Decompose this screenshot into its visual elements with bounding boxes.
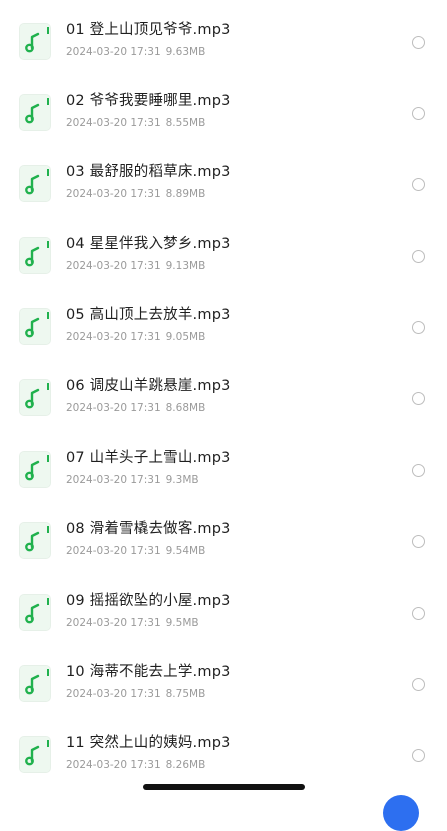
file-meta: 2024-03-20 17:31 9.63MB bbox=[66, 45, 386, 59]
file-date: 2024-03-20 17:31 bbox=[66, 402, 161, 414]
file-size: 8.55MB bbox=[165, 117, 206, 129]
file-row[interactable]: 02 爷爷我要睡哪里.mp3 2024-03-20 17:31 8.55MB bbox=[0, 92, 447, 163]
file-name: 09 摇摇欲坠的小屋.mp3 bbox=[66, 593, 231, 609]
floating-action-button[interactable] bbox=[383, 795, 419, 831]
file-size: 8.26MB bbox=[165, 759, 206, 771]
file-row[interactable]: 10 海蒂不能去上学.mp3 2024-03-20 17:31 8.75MB bbox=[0, 663, 447, 734]
file-name: 06 调皮山羊跳悬崖.mp3 bbox=[66, 378, 231, 394]
file-size: 9.13MB bbox=[165, 260, 206, 272]
music-file-icon bbox=[19, 379, 51, 416]
file-date: 2024-03-20 17:31 bbox=[66, 688, 161, 700]
file-row[interactable]: 03 最舒服的稻草床.mp3 2024-03-20 17:31 8.89MB bbox=[0, 163, 447, 234]
music-file-icon bbox=[19, 165, 51, 202]
music-file-icon bbox=[19, 451, 51, 488]
music-file-icon bbox=[19, 23, 51, 60]
file-size: 8.89MB bbox=[165, 188, 206, 200]
file-meta: 2024-03-20 17:31 9.05MB bbox=[66, 330, 386, 344]
file-row[interactable]: 05 高山顶上去放羊.mp3 2024-03-20 17:31 9.05MB bbox=[0, 306, 447, 377]
file-row[interactable]: 11 突然上山的姨妈.mp3 2024-03-20 17:31 8.26MB bbox=[0, 734, 447, 805]
select-radio[interactable] bbox=[412, 678, 425, 691]
file-date: 2024-03-20 17:31 bbox=[66, 46, 161, 58]
file-meta: 2024-03-20 17:31 9.13MB bbox=[66, 259, 386, 273]
file-date: 2024-03-20 17:31 bbox=[66, 545, 161, 557]
select-radio[interactable] bbox=[412, 535, 425, 548]
file-meta: 2024-03-20 17:31 9.54MB bbox=[66, 544, 386, 558]
home-indicator[interactable] bbox=[143, 784, 305, 790]
file-size: 9.5MB bbox=[165, 617, 199, 629]
file-row[interactable]: 08 滑着雪橇去做客.mp3 2024-03-20 17:31 9.54MB bbox=[0, 520, 447, 591]
file-date: 2024-03-20 17:31 bbox=[66, 260, 161, 272]
file-size: 9.54MB bbox=[165, 545, 206, 557]
music-file-icon bbox=[19, 522, 51, 559]
select-radio[interactable] bbox=[412, 607, 425, 620]
file-row[interactable]: 01 登上山顶见爷爷.mp3 2024-03-20 17:31 9.63MB bbox=[0, 21, 447, 92]
music-file-icon bbox=[19, 736, 51, 773]
file-name: 03 最舒服的稻草床.mp3 bbox=[66, 164, 231, 180]
file-date: 2024-03-20 17:31 bbox=[66, 759, 161, 771]
select-radio[interactable] bbox=[412, 250, 425, 263]
file-size: 9.3MB bbox=[165, 474, 199, 486]
file-date: 2024-03-20 17:31 bbox=[66, 117, 161, 129]
file-date: 2024-03-20 17:31 bbox=[66, 331, 161, 343]
file-row[interactable]: 09 摇摇欲坠的小屋.mp3 2024-03-20 17:31 9.5MB bbox=[0, 592, 447, 663]
select-radio[interactable] bbox=[412, 464, 425, 477]
select-radio[interactable] bbox=[412, 36, 425, 49]
select-radio[interactable] bbox=[412, 392, 425, 405]
select-radio[interactable] bbox=[412, 107, 425, 120]
select-radio[interactable] bbox=[412, 178, 425, 191]
file-name: 04 星星伴我入梦乡.mp3 bbox=[66, 236, 231, 252]
file-size: 8.68MB bbox=[165, 402, 206, 414]
file-name: 11 突然上山的姨妈.mp3 bbox=[66, 735, 231, 751]
select-radio[interactable] bbox=[412, 321, 425, 334]
file-name: 10 海蒂不能去上学.mp3 bbox=[66, 664, 231, 680]
file-name: 01 登上山顶见爷爷.mp3 bbox=[66, 22, 231, 38]
file-name: 02 爷爷我要睡哪里.mp3 bbox=[66, 93, 231, 109]
file-meta: 2024-03-20 17:31 8.26MB bbox=[66, 758, 386, 772]
music-file-icon bbox=[19, 308, 51, 345]
file-size: 9.05MB bbox=[165, 331, 206, 343]
file-row[interactable]: 06 调皮山羊跳悬崖.mp3 2024-03-20 17:31 8.68MB bbox=[0, 377, 447, 448]
file-size: 8.75MB bbox=[165, 688, 206, 700]
file-name: 05 高山顶上去放羊.mp3 bbox=[66, 307, 231, 323]
file-row[interactable]: 04 星星伴我入梦乡.mp3 2024-03-20 17:31 9.13MB bbox=[0, 235, 447, 306]
file-meta: 2024-03-20 17:31 8.55MB bbox=[66, 116, 386, 130]
file-list: 01 登上山顶见爷爷.mp3 2024-03-20 17:31 9.63MB 02… bbox=[0, 0, 447, 800]
music-file-icon bbox=[19, 665, 51, 702]
file-date: 2024-03-20 17:31 bbox=[66, 188, 161, 200]
file-date: 2024-03-20 17:31 bbox=[66, 474, 161, 486]
file-meta: 2024-03-20 17:31 9.3MB bbox=[66, 473, 386, 487]
file-date: 2024-03-20 17:31 bbox=[66, 617, 161, 629]
file-meta: 2024-03-20 17:31 9.5MB bbox=[66, 616, 386, 630]
file-meta: 2024-03-20 17:31 8.75MB bbox=[66, 687, 386, 701]
music-file-icon bbox=[19, 94, 51, 131]
music-file-icon bbox=[19, 237, 51, 274]
file-row[interactable]: 07 山羊头子上雪山.mp3 2024-03-20 17:31 9.3MB bbox=[0, 449, 447, 520]
file-meta: 2024-03-20 17:31 8.68MB bbox=[66, 401, 386, 415]
select-radio[interactable] bbox=[412, 749, 425, 762]
file-name: 08 滑着雪橇去做客.mp3 bbox=[66, 521, 231, 537]
music-file-icon bbox=[19, 594, 51, 631]
file-meta: 2024-03-20 17:31 8.89MB bbox=[66, 187, 386, 201]
file-size: 9.63MB bbox=[165, 46, 206, 58]
file-name: 07 山羊头子上雪山.mp3 bbox=[66, 450, 231, 466]
